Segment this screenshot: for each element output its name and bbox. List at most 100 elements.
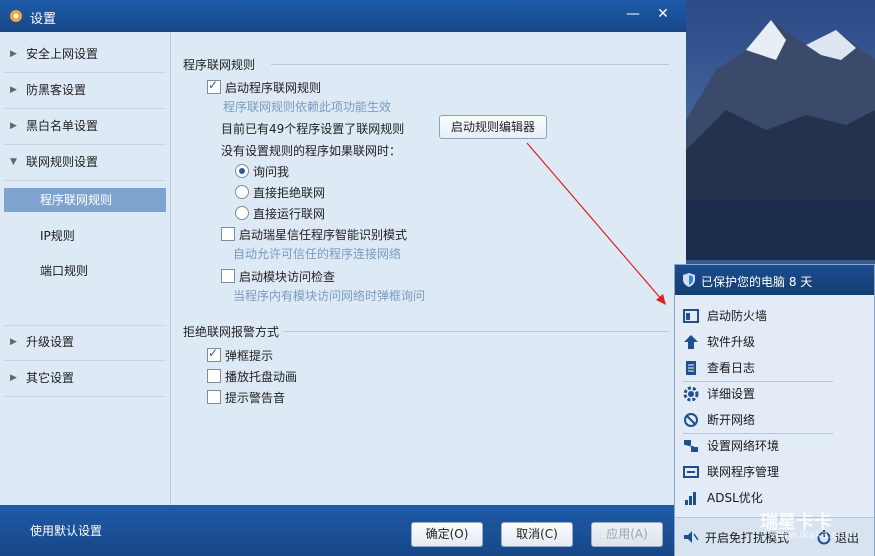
sidebar-item-upgrade[interactable]: ▶ 升级设置 xyxy=(4,327,166,357)
alert-popup-label: 弹框提示 xyxy=(225,349,274,363)
divider xyxy=(4,180,166,181)
sidebar-subitem-program-rules[interactable]: 程序联网规则 xyxy=(4,188,166,212)
sidebar-item-label: 联网规则设置 xyxy=(26,155,99,169)
tray-item-label: 详细设置 xyxy=(707,387,756,401)
alert-tray-animation-checkbox[interactable] xyxy=(207,369,221,383)
sidebar-item-safe-browsing[interactable]: ▶ 安全上网设置 xyxy=(4,39,166,69)
divider xyxy=(4,144,166,145)
expand-arrow-icon: ▶ xyxy=(10,85,17,95)
tray-item-view-log[interactable]: 查看日志 xyxy=(675,355,874,381)
tray-item-detailed-settings[interactable]: 详细设置 xyxy=(675,381,874,407)
sidebar-subitem-label: 程序联网规则 xyxy=(40,193,113,207)
divider xyxy=(4,72,166,73)
module-check-hint: 当程序内有模块访问网络时弹框询问 xyxy=(233,289,426,303)
smart-mode-hint: 自动允许可信任的程序连接网络 xyxy=(233,247,402,261)
tray-item-label: 软件升级 xyxy=(707,335,756,349)
window-title: 设置 xyxy=(30,12,57,27)
mountain-wallpaper xyxy=(686,0,875,260)
tray-item-label: 查看日志 xyxy=(707,361,756,375)
alert-popup-checkbox[interactable] xyxy=(207,346,221,362)
divider xyxy=(4,108,166,109)
settings-sidebar: ▶ 安全上网设置 ▶ 防黑客设置 ▶ 黑白名单设置 ▼ 联网规则设置 程序联网规… xyxy=(0,32,171,505)
alert-tray-animation-label: 播放托盘动画 xyxy=(225,370,298,384)
tray-item-label: 设置网络环境 xyxy=(707,439,780,453)
sidebar-subitem-ip-rules[interactable]: IP规则 xyxy=(4,224,166,248)
restore-defaults-link[interactable]: 使用默认设置 xyxy=(30,522,102,539)
section-title-program-rules: 程序联网规则 xyxy=(183,58,256,72)
tray-item-label: 联网程序管理 xyxy=(707,465,780,479)
program-manage-icon xyxy=(683,466,699,478)
module-check-checkbox[interactable] xyxy=(221,269,235,283)
settings-gear-icon xyxy=(10,10,22,22)
sidebar-subitem-label: 端口规则 xyxy=(40,264,89,278)
cancel-button[interactable]: 取消(C) xyxy=(501,522,573,547)
network-env-icon xyxy=(684,440,698,452)
tray-item-label: 启动防火墙 xyxy=(707,309,768,323)
tray-item-software-upgrade[interactable]: 软件升级 xyxy=(675,329,874,355)
radio-reject-label: 直接拒绝联网 xyxy=(253,186,326,200)
section-divider xyxy=(283,331,669,332)
module-check-label: 启动模块访问检查 xyxy=(239,270,336,284)
protected-days-text: 已保护您的电脑 8 天 xyxy=(701,275,813,289)
firewall-icon xyxy=(683,309,699,323)
expand-arrow-icon: ▶ xyxy=(10,373,17,383)
no-rule-question: 没有设置规则的程序如果联网时： xyxy=(221,144,402,158)
watermark-url: www.ikaka.com xyxy=(770,528,856,541)
apply-button[interactable]: 应用(A) xyxy=(591,522,663,547)
speaker-mute-icon xyxy=(684,531,699,543)
adsl-icon xyxy=(685,492,696,505)
shield-icon xyxy=(683,273,695,287)
smart-mode-checkbox[interactable] xyxy=(221,227,235,241)
radio-reject[interactable] xyxy=(235,185,249,199)
sidebar-subitem-port-rules[interactable]: 端口规则 xyxy=(4,259,166,283)
sidebar-item-anti-hacker[interactable]: ▶ 防黑客设置 xyxy=(4,75,166,105)
title-bar[interactable]: 设置 — ✕ xyxy=(0,0,686,32)
log-icon xyxy=(686,361,696,375)
alert-sound-checkbox[interactable] xyxy=(207,390,221,404)
radio-allow-label: 直接运行联网 xyxy=(253,207,326,221)
rule-editor-button[interactable]: 启动规则编辑器 xyxy=(439,115,547,139)
sidebar-item-blackwhite-list[interactable]: ▶ 黑白名单设置 xyxy=(4,111,166,141)
sidebar-item-label: 黑白名单设置 xyxy=(26,119,99,133)
radio-ask-label: 询问我 xyxy=(253,165,290,179)
enable-rules-checkbox[interactable] xyxy=(207,78,221,94)
expand-arrow-icon: ▶ xyxy=(10,49,17,59)
tray-item-start-firewall[interactable]: 启动防火墙 xyxy=(675,303,874,329)
sidebar-item-label: 防黑客设置 xyxy=(26,83,87,97)
upgrade-arrow-icon xyxy=(684,335,698,349)
tray-menu-header: 已保护您的电脑 8 天 xyxy=(675,265,874,295)
divider xyxy=(4,396,166,397)
expand-arrow-icon: ▶ xyxy=(10,337,17,347)
rules-count-text: 目前已有49个程序设置了联网规则 xyxy=(221,122,405,136)
tray-item-program-management[interactable]: 联网程序管理 xyxy=(675,459,874,485)
disconnect-icon xyxy=(684,413,698,427)
gear-icon xyxy=(683,386,699,402)
section-divider xyxy=(271,64,669,65)
dialog-footer: 使用默认设置 确定(O) 取消(C) 应用(A) xyxy=(0,505,686,556)
enable-rules-label: 启动程序联网规则 xyxy=(225,81,322,95)
collapse-arrow-icon: ▼ xyxy=(10,157,17,167)
ok-button[interactable]: 确定(O) xyxy=(411,522,483,547)
sidebar-item-other[interactable]: ▶ 其它设置 xyxy=(4,363,166,393)
sidebar-item-label: 升级设置 xyxy=(26,335,75,349)
settings-content: 程序联网规则 启动程序联网规则 程序联网规则依赖此项功能生效 目前已有49个程序… xyxy=(171,32,686,505)
smart-mode-label: 启动瑞星信任程序智能识别模式 xyxy=(239,228,408,242)
tray-item-label: ADSL优化 xyxy=(707,491,763,505)
sidebar-subitem-label: IP规则 xyxy=(40,229,75,243)
sidebar-item-network-rules[interactable]: ▼ 联网规则设置 xyxy=(4,147,166,177)
close-button[interactable]: ✕ xyxy=(648,4,678,24)
enable-rules-hint: 程序联网规则依赖此项功能生效 xyxy=(223,100,392,114)
alert-sound-label: 提示警告音 xyxy=(225,391,286,405)
divider xyxy=(4,325,166,326)
tray-item-network-environment[interactable]: 设置网络环境 xyxy=(675,433,874,459)
radio-ask[interactable] xyxy=(235,164,249,178)
minimize-button[interactable]: — xyxy=(618,4,648,24)
sidebar-item-label: 安全上网设置 xyxy=(26,47,99,61)
radio-allow[interactable] xyxy=(235,206,249,220)
sidebar-item-label: 其它设置 xyxy=(26,371,75,385)
tray-item-disconnect[interactable]: 断开网络 xyxy=(675,407,874,433)
divider xyxy=(4,360,166,361)
tray-item-label: 断开网络 xyxy=(707,413,756,427)
settings-dialog: 设置 — ✕ ▶ 安全上网设置 ▶ 防黑客设置 ▶ 黑白名单设置 ▼ 联网规则设… xyxy=(0,0,686,556)
section-title-alert-mode: 拒绝联网报警方式 xyxy=(183,325,280,339)
